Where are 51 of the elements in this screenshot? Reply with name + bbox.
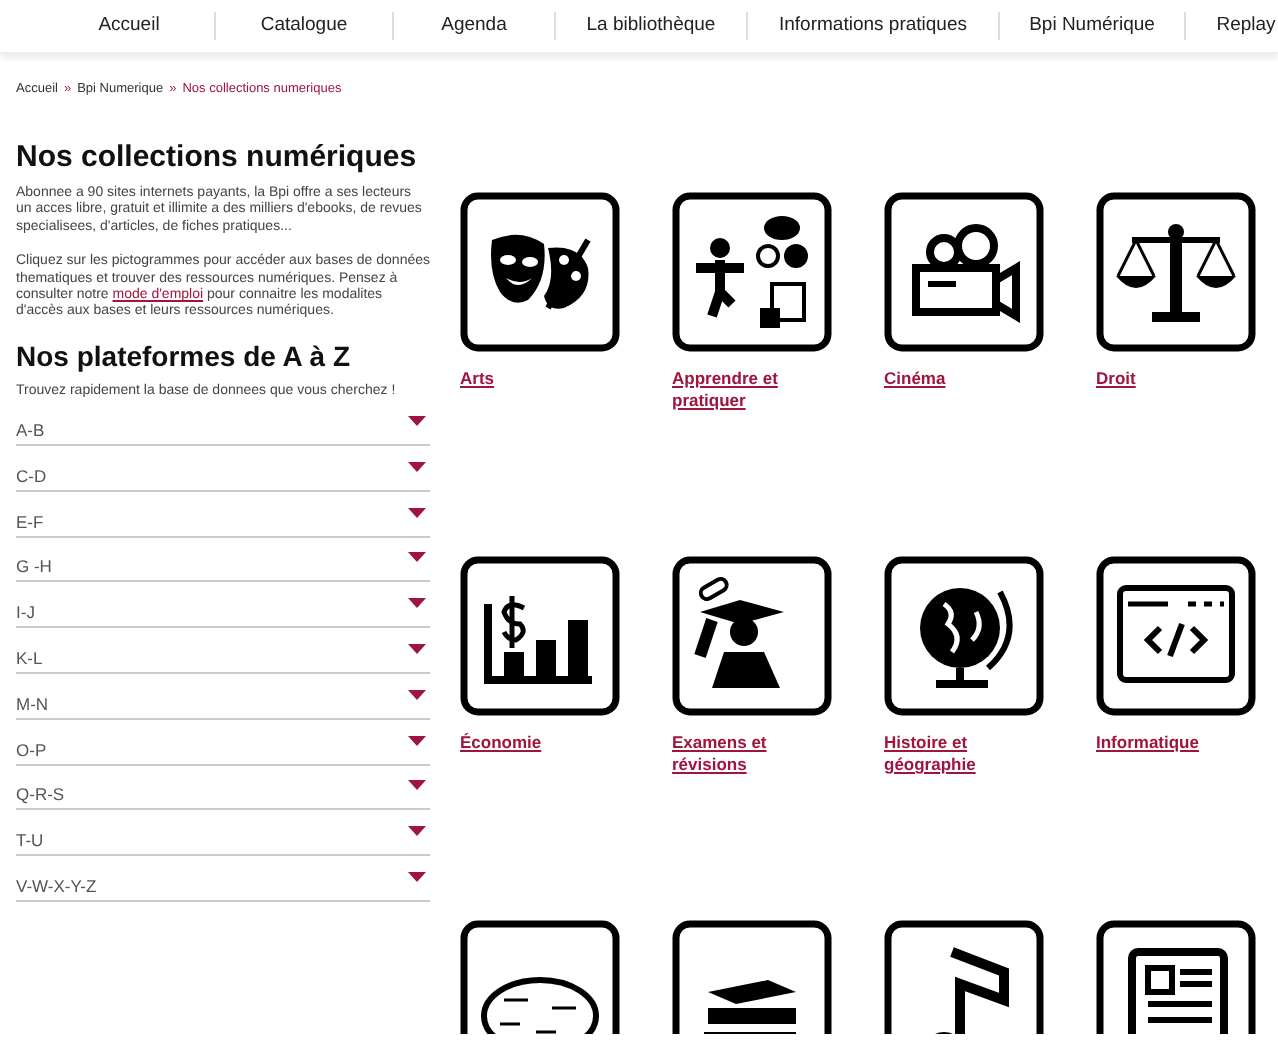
nav-link[interactable]: Replay [1186, 12, 1278, 40]
movie-camera-icon[interactable] [884, 192, 1044, 352]
caret-icon [408, 507, 426, 518]
caret-icon [408, 826, 426, 837]
accordion-item[interactable]: K-L [16, 628, 430, 675]
globe-icon[interactable] [884, 556, 1044, 716]
nav-link[interactable]: Accueil [44, 12, 216, 40]
category-link[interactable]: Examens et révisions [672, 732, 832, 776]
section-title: Nos plateformes de A à Z [16, 339, 353, 372]
category-link[interactable]: Histoire et géographie [884, 732, 1044, 776]
nav-link[interactable]: Bpi Numérique [1000, 12, 1186, 40]
category-link[interactable]: Apprendre et pratiquer [672, 368, 832, 412]
nav-link[interactable]: Informations pratiques [748, 12, 1000, 40]
person-games-icon[interactable] [672, 192, 832, 352]
masks-palette-icon[interactable] [460, 192, 620, 352]
caret-icon [408, 780, 426, 791]
nav-link[interactable]: La bibliothèque [556, 12, 748, 40]
accordion-item[interactable]: T-U [16, 810, 430, 857]
accordion-item[interactable]: I-J [16, 582, 430, 629]
accordion-item[interactable]: G -H [16, 537, 430, 583]
accordion-item[interactable]: O-P [16, 719, 430, 766]
nav-link[interactable]: Catalogue [216, 12, 394, 40]
category-link[interactable]: Économie [460, 732, 620, 754]
caret-icon [408, 872, 426, 883]
caret-icon [408, 735, 426, 746]
caret-icon [408, 461, 426, 472]
caret-icon [408, 644, 426, 655]
books-icon[interactable] [672, 920, 832, 1034]
caret-icon [408, 598, 426, 609]
page-title: Nos collections numériques [16, 140, 419, 174]
category-link[interactable]: Cinéma [884, 368, 1044, 390]
category-link[interactable]: Informatique [1096, 732, 1256, 754]
newspaper-icon[interactable] [1096, 920, 1256, 1034]
accordion-item[interactable]: V-W-X-Y-Z [16, 856, 430, 903]
graduate-icon[interactable] [672, 556, 832, 716]
accordion-item[interactable]: Q-R-S [16, 765, 430, 811]
speech-bubble-icon[interactable] [460, 920, 620, 1034]
music-note-icon[interactable] [884, 920, 1044, 1034]
code-window-icon[interactable] [1096, 556, 1256, 716]
caret-icon [408, 552, 426, 563]
nav-link[interactable]: Agenda [394, 12, 556, 40]
accordion-item[interactable]: E-F [16, 491, 430, 538]
accordion-item[interactable]: A-B [16, 400, 430, 447]
accordion-item[interactable]: C-D [16, 446, 430, 492]
category-link[interactable]: Droit [1096, 368, 1256, 390]
caret-icon [408, 689, 426, 700]
bar-chart-icon[interactable] [460, 556, 620, 716]
accordion-item[interactable]: M-N [16, 674, 430, 720]
caret-icon [408, 416, 426, 427]
category-link[interactable]: Arts [460, 368, 620, 390]
scales-icon[interactable] [1096, 192, 1256, 352]
